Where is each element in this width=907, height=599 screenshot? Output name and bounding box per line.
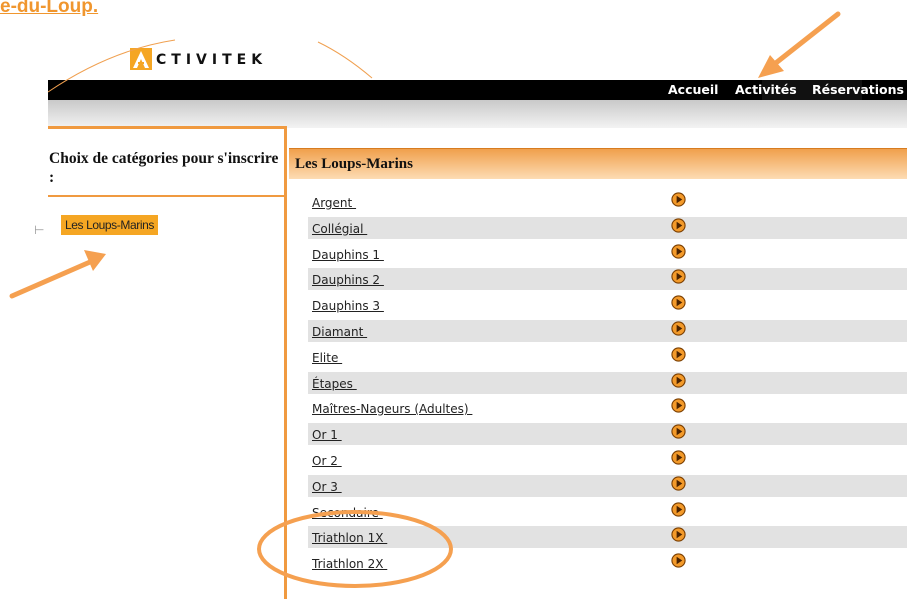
table-row: Triathlon 2X <box>308 552 907 574</box>
category-link[interactable]: Elite <box>312 351 342 365</box>
category-link[interactable]: Or 3 <box>312 480 342 494</box>
table-row: Diamant <box>308 320 907 342</box>
main-section-header: Les Loups-Marins <box>289 148 907 179</box>
play-circle-icon[interactable] <box>671 192 686 207</box>
category-link[interactable]: Diamant <box>312 325 367 339</box>
nav-reservations[interactable]: Réservations <box>812 82 904 97</box>
category-link[interactable]: Or 1 <box>312 428 342 442</box>
table-row: Or 2 <box>308 449 907 471</box>
play-circle-icon[interactable] <box>671 398 686 413</box>
category-link[interactable]: Dauphins 3 <box>312 299 384 313</box>
logo-text: CTIVITEK <box>156 52 268 68</box>
activitek-a-logo-icon <box>130 48 152 70</box>
play-circle-icon[interactable] <box>671 476 686 491</box>
page-header-link[interactable]: e-du-Loup. <box>0 0 98 18</box>
play-circle-icon[interactable] <box>671 321 686 336</box>
table-row: Étapes <box>308 372 907 394</box>
logo-swoosh-right <box>317 41 373 79</box>
category-link[interactable]: Triathlon 2X <box>312 557 387 571</box>
sidebar-item-loups-marins[interactable]: Les Loups-Marins <box>61 215 158 235</box>
play-circle-icon[interactable] <box>671 269 686 284</box>
table-row: Secondaire <box>308 501 907 523</box>
sidebar-title: Choix de catégories pour s'inscrire : <box>49 150 279 186</box>
play-circle-icon[interactable] <box>671 450 686 465</box>
table-row: Elite <box>308 346 907 368</box>
play-circle-icon[interactable] <box>671 295 686 310</box>
category-link[interactable]: Or 2 <box>312 454 342 468</box>
play-circle-icon[interactable] <box>671 218 686 233</box>
nav-activites[interactable]: Activités <box>735 82 797 97</box>
play-circle-icon[interactable] <box>671 244 686 259</box>
table-row: Triathlon 1X <box>308 526 907 548</box>
table-row: Or 3 <box>308 475 907 497</box>
category-link[interactable]: Dauphins 2 <box>312 273 384 287</box>
play-circle-icon[interactable] <box>671 424 686 439</box>
category-link[interactable]: Étapes <box>312 377 357 391</box>
play-circle-icon[interactable] <box>671 373 686 388</box>
highlight-circle-triathlon <box>257 510 453 588</box>
category-sidebar: Choix de catégories pour s'inscrire : ⊢ … <box>34 126 287 599</box>
category-link[interactable]: Maîtres-Nageurs (Adultes) <box>312 402 472 416</box>
category-link[interactable]: Secondaire <box>312 506 383 520</box>
play-circle-icon[interactable] <box>671 347 686 362</box>
table-row: Argent <box>308 191 907 213</box>
table-row: Maîtres-Nageurs (Adultes) <box>308 397 907 419</box>
sidebar-divider <box>48 195 284 197</box>
arrow-to-activites <box>758 11 841 78</box>
category-link[interactable]: Triathlon 1X <box>312 531 387 545</box>
main-nav-bar: Accueil Activités Réservations <box>48 80 907 110</box>
main-section-title: Les Loups-Marins <box>295 156 413 172</box>
nav-accueil[interactable]: Accueil <box>668 82 718 97</box>
table-row: Dauphins 1 <box>308 243 907 265</box>
table-row: Dauphins 2 <box>308 268 907 290</box>
tree-branch-icon: ⊢ <box>34 223 45 237</box>
table-row: Dauphins 3 <box>308 294 907 316</box>
category-link[interactable]: Argent <box>312 196 356 210</box>
nav-shadow-band <box>48 100 907 128</box>
category-link[interactable]: Dauphins 1 <box>312 248 384 262</box>
play-circle-icon[interactable] <box>671 527 686 542</box>
table-row: Or 1 <box>308 423 907 445</box>
play-circle-icon[interactable] <box>671 553 686 568</box>
category-link[interactable]: Collégial <box>312 222 367 236</box>
table-row: Collégial <box>308 217 907 239</box>
play-circle-icon[interactable] <box>671 502 686 517</box>
